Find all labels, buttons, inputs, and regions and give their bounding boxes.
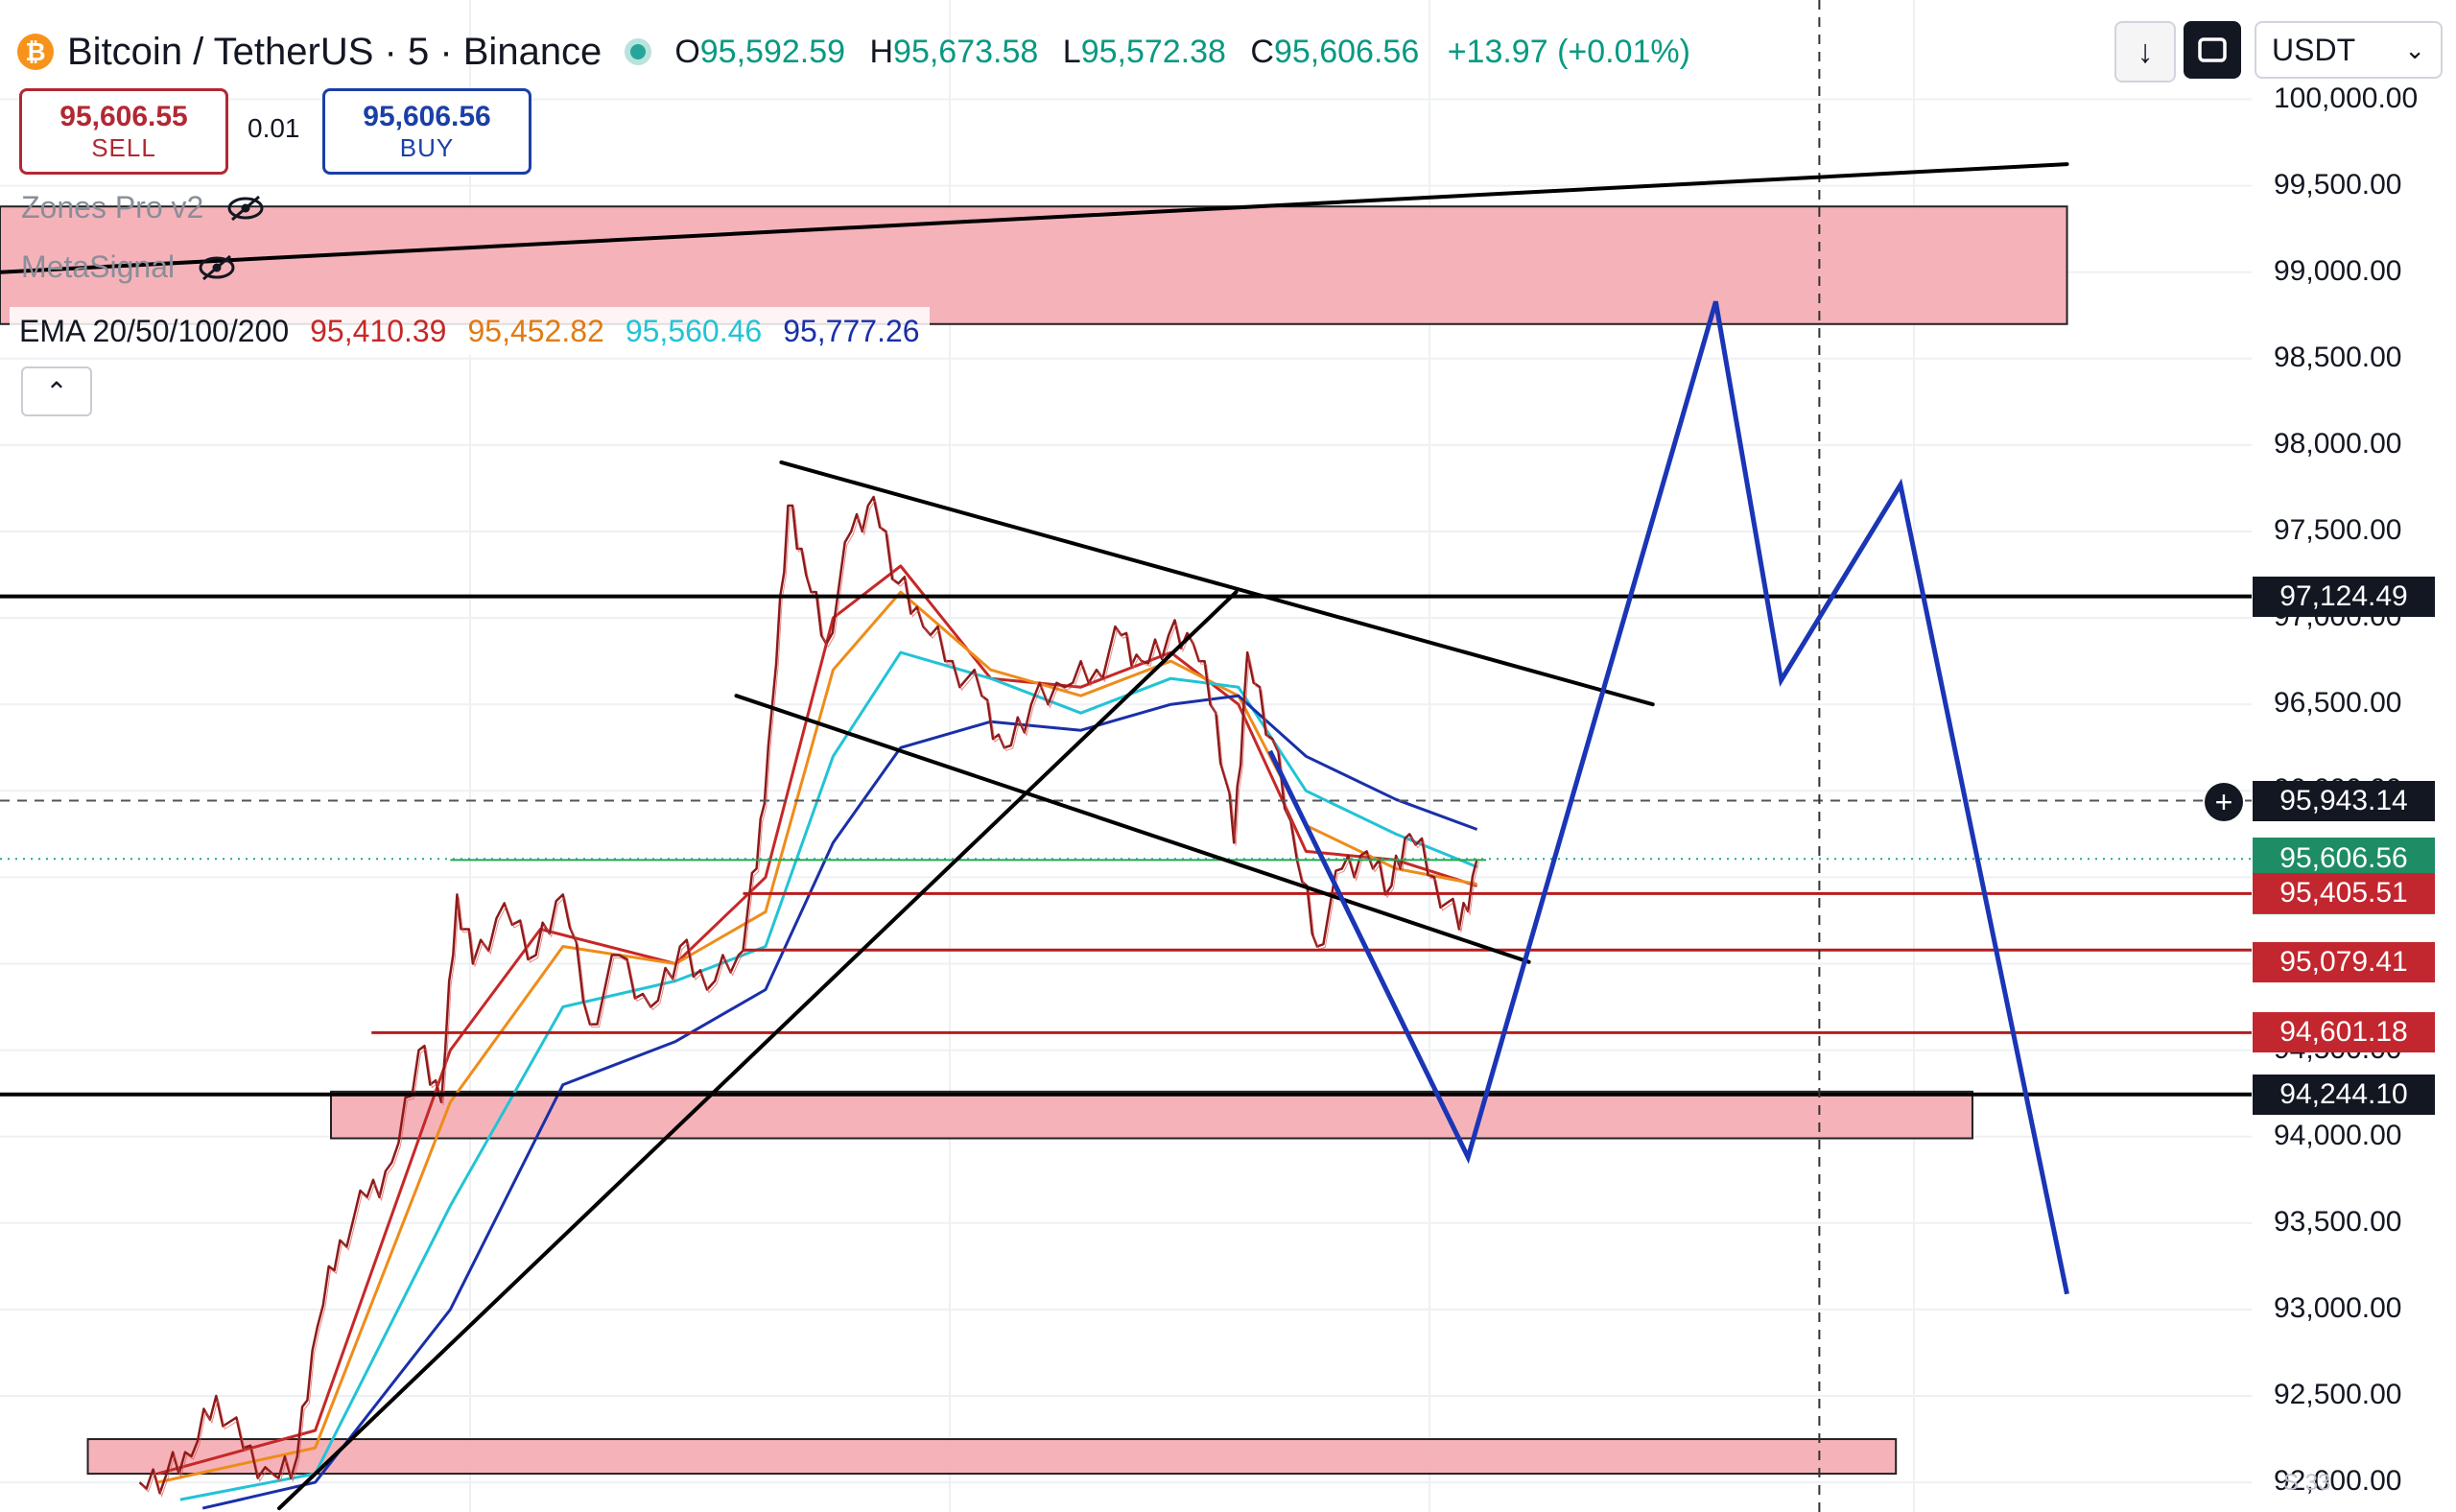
price-label-dark: 95,943.14 bbox=[2253, 780, 2435, 821]
currency-select[interactable]: USDT ⌄ bbox=[2255, 21, 2443, 79]
low-label: L bbox=[1062, 33, 1081, 70]
price-axis-background bbox=[2250, 0, 2456, 1512]
price-tick-label: 99,500.00 bbox=[2274, 168, 2402, 201]
close-value: 95,606.56 bbox=[1273, 33, 1420, 70]
price-label-value: 97,124.49 bbox=[2279, 579, 2408, 612]
market-status-icon bbox=[625, 38, 652, 65]
price-candles bbox=[138, 495, 1478, 1495]
indicator-ema[interactable]: EMA 20/50/100/200 95,410.39 95,452.82 95… bbox=[10, 307, 930, 355]
ema20-value: 95,410.39 bbox=[310, 313, 447, 348]
symbol-title[interactable]: Bitcoin / TetherUS · 5 · Binance bbox=[67, 31, 602, 74]
buy-label: BUY bbox=[399, 133, 455, 162]
tradingview-chart-window: ₿ Bitcoin / TetherUS · 5 · Binance O95,5… bbox=[0, 0, 2456, 1512]
buy-button[interactable]: 95,606.56 BUY bbox=[322, 88, 531, 175]
price-label-dark: 97,124.49 bbox=[2253, 576, 2435, 617]
download-button[interactable]: ↓ bbox=[2114, 21, 2176, 83]
ema-line-1 bbox=[156, 564, 1478, 1476]
price-label-red: 94,601.18 bbox=[2253, 1012, 2435, 1053]
trendline-channel-top bbox=[779, 460, 1655, 707]
price-tick-label: 98,000.00 bbox=[2274, 427, 2402, 460]
price-tick-label: 100,000.00 bbox=[2274, 82, 2419, 114]
open-label: O bbox=[674, 33, 700, 70]
open-value: 95,592.59 bbox=[699, 33, 846, 70]
price-tick-label: 92,500.00 bbox=[2274, 1379, 2402, 1410]
demand-zone bbox=[330, 1090, 1973, 1140]
price-tick-label: 99,000.00 bbox=[2274, 254, 2402, 287]
lower-zone bbox=[86, 1438, 1898, 1476]
sell-price: 95,606.55 bbox=[59, 101, 188, 132]
currency-value: USDT bbox=[2272, 32, 2356, 67]
indicator-name: MetaSignal bbox=[21, 249, 176, 284]
price-label-value: 95,943.14 bbox=[2279, 784, 2408, 816]
order-quantity[interactable]: 0.01 bbox=[248, 113, 300, 144]
price-label-value: 94,244.10 bbox=[2279, 1077, 2408, 1110]
watermark: S 33 bbox=[2283, 1470, 2331, 1496]
high-label: H bbox=[869, 33, 894, 70]
ema-line-2 bbox=[156, 590, 1477, 1484]
ema-name: EMA 20/50/100/200 bbox=[19, 313, 290, 348]
buy-price: 95,606.56 bbox=[363, 101, 491, 132]
price-label-value: 95,079.41 bbox=[2279, 946, 2408, 979]
fullscreen-icon bbox=[2198, 37, 2227, 62]
fullscreen-button[interactable] bbox=[2184, 21, 2241, 79]
price-label-red: 95,405.51 bbox=[2253, 873, 2435, 914]
price-tick-label: 94,000.00 bbox=[2274, 1119, 2402, 1151]
ema100-value: 95,560.46 bbox=[625, 313, 763, 348]
hidden-eye-icon[interactable] bbox=[198, 254, 236, 281]
collapse-legend-button[interactable]: ⌃ bbox=[21, 366, 92, 416]
price-tick-label: 96,500.00 bbox=[2274, 687, 2402, 720]
change-value: +13.97 (+0.01%) bbox=[1447, 33, 1690, 70]
chevron-down-icon: ⌄ bbox=[2404, 35, 2425, 64]
high-value: 95,673.58 bbox=[893, 33, 1039, 70]
sell-button[interactable]: 95,606.55 SELL bbox=[19, 88, 228, 175]
sell-label: SELL bbox=[91, 133, 156, 162]
ema50-value: 95,452.82 bbox=[467, 313, 604, 348]
price-tick-label: 93,500.00 bbox=[2274, 1205, 2402, 1238]
ema200-value: 95,777.26 bbox=[783, 313, 920, 348]
chevron-up-icon: ⌃ bbox=[45, 376, 68, 407]
indicator-name: Zones Pro v2 bbox=[21, 190, 204, 224]
ohlc-readout: O95,592.59 H95,673.58 L95,572.38 C95,606… bbox=[674, 34, 1690, 71]
price-label-value: 95,405.51 bbox=[2279, 877, 2408, 910]
indicator-zones-pro[interactable]: Zones Pro v2 bbox=[21, 190, 265, 225]
close-label: C bbox=[1250, 33, 1274, 70]
price-chart[interactable] bbox=[0, 0, 2456, 1512]
price-label-value: 95,606.56 bbox=[2279, 842, 2408, 875]
low-value: 95,572.38 bbox=[1080, 33, 1226, 70]
price-tick-label: 98,500.00 bbox=[2274, 341, 2402, 373]
indicator-metasignal[interactable]: MetaSignal bbox=[21, 249, 236, 285]
price-label-red: 95,079.41 bbox=[2253, 942, 2435, 983]
download-icon: ↓ bbox=[2137, 33, 2154, 70]
trendline-channel-bottom bbox=[734, 694, 1531, 964]
add-alert-icon[interactable]: + bbox=[2205, 783, 2243, 821]
price-label-dark: 94,244.10 bbox=[2253, 1074, 2435, 1115]
bitcoin-icon: ₿ bbox=[17, 34, 54, 70]
price-label-value: 94,601.18 bbox=[2279, 1016, 2408, 1049]
price-tick-label: 93,000.00 bbox=[2274, 1291, 2402, 1324]
hidden-eye-icon[interactable] bbox=[226, 195, 265, 222]
chart-header: ₿ Bitcoin / TetherUS · 5 · Binance O95,5… bbox=[17, 21, 1690, 83]
price-tick-label: 97,500.00 bbox=[2274, 514, 2402, 546]
